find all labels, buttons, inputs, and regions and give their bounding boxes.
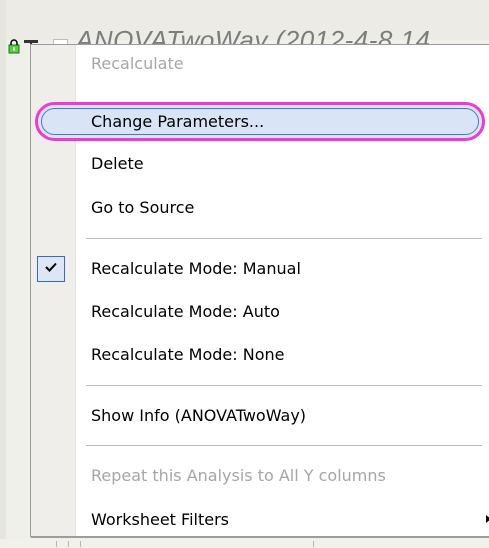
menu-item-label: Show Info (ANOVATwoWay) bbox=[91, 406, 307, 425]
menu-item-label: Change Parameters... bbox=[91, 112, 265, 131]
menu-separator bbox=[86, 445, 482, 446]
grid-tick bbox=[68, 541, 69, 547]
menu-item-label: Worksheet Filters bbox=[91, 510, 229, 529]
menu-item-recalculate-mode-manual[interactable]: Recalculate Mode: Manual bbox=[31, 250, 489, 287]
menu-item-label: Recalculate Mode: Manual bbox=[91, 259, 301, 278]
lock-icon[interactable] bbox=[7, 39, 21, 54]
worksheet-bottom-strip bbox=[0, 539, 489, 548]
context-menu: Recalculate Change Parameters... Delete … bbox=[30, 44, 489, 537]
operation-title: ANOVATwoWay (2012-4-8 14 bbox=[76, 27, 431, 44]
menu-item-delete[interactable]: Delete bbox=[31, 145, 489, 182]
menu-item-label: Go to Source bbox=[91, 198, 195, 217]
menu-item-recalculate-mode-auto[interactable]: Recalculate Mode: Auto bbox=[31, 293, 489, 330]
menu-item-change-parameters[interactable]: Change Parameters... bbox=[31, 103, 489, 140]
menu-item-go-to-source[interactable]: Go to Source bbox=[31, 189, 489, 226]
menu-item-label: Repeat this Analysis to All Y columns bbox=[91, 466, 386, 485]
menu-item-label: Recalculate bbox=[91, 54, 184, 73]
menu-item-recalculate[interactable]: Recalculate bbox=[31, 45, 489, 82]
menu-separator bbox=[86, 385, 482, 386]
checkmark-icon bbox=[45, 262, 57, 272]
grid-tick bbox=[80, 541, 81, 547]
checkbox-checked bbox=[37, 256, 65, 282]
row-number-marker bbox=[24, 40, 38, 46]
grid-tick bbox=[56, 541, 57, 547]
menu-item-label: Recalculate Mode: None bbox=[91, 345, 285, 364]
worksheet-left-strip bbox=[0, 0, 6, 548]
menu-separator bbox=[86, 238, 482, 239]
menu-item-show-info[interactable]: Show Info (ANOVATwoWay) bbox=[31, 397, 489, 434]
grid-tick bbox=[313, 541, 314, 547]
menu-item-repeat-analysis[interactable]: Repeat this Analysis to All Y columns bbox=[31, 457, 489, 494]
menu-item-worksheet-filters[interactable]: Worksheet Filters bbox=[31, 501, 489, 536]
menu-item-recalculate-mode-none[interactable]: Recalculate Mode: None bbox=[31, 336, 489, 373]
menu-item-label: Delete bbox=[91, 154, 144, 173]
menu-item-label: Recalculate Mode: Auto bbox=[91, 302, 280, 321]
